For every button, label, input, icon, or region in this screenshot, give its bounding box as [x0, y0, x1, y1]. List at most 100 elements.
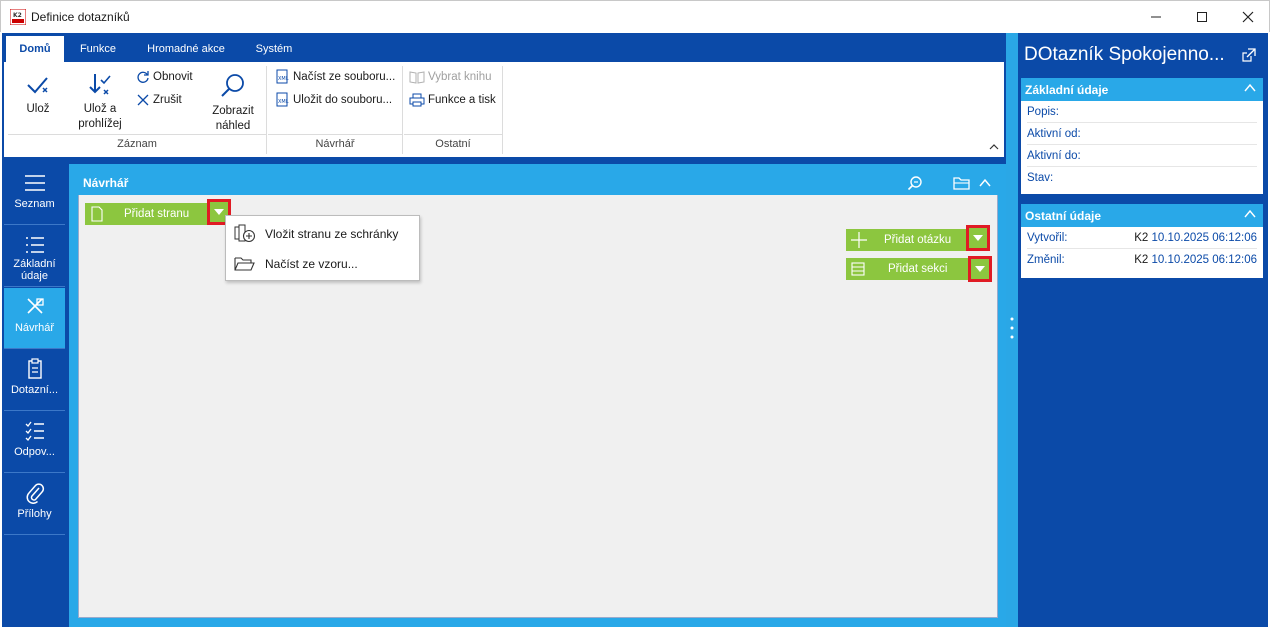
xml-save-icon: XML — [276, 92, 289, 107]
close-button[interactable] — [1225, 1, 1270, 33]
add-question-button[interactable]: Přidat otázku — [846, 229, 968, 251]
book-icon — [409, 71, 425, 84]
minimize-icon — [1151, 16, 1161, 18]
refresh-icon — [137, 71, 149, 83]
xml-load-icon: XML — [276, 69, 289, 84]
group-separator — [266, 66, 267, 154]
save-to-file-label: Uložit do souboru... — [293, 94, 393, 106]
group-separator — [502, 66, 503, 154]
save-to-file-button[interactable]: XML Uložit do souboru... — [276, 90, 392, 110]
tab-funkce[interactable]: Funkce — [68, 36, 128, 62]
add-page-label: Přidat stranu — [124, 208, 190, 220]
save-and-view-icon — [89, 74, 111, 95]
nav-item-seznam[interactable]: Seznam — [4, 164, 65, 225]
nav-item-navrhar[interactable]: Návrhář — [4, 288, 65, 349]
other-info-header[interactable]: Ostatní údaje — [1021, 204, 1263, 227]
field-changed: Změnil: K2 10.10.2025 06:12:06 — [1027, 249, 1257, 271]
chevron-up-icon — [1244, 83, 1256, 92]
checklist-icon — [25, 421, 44, 441]
menu-item-paste-page[interactable]: Vložit stranu ze schránky — [226, 219, 419, 249]
menu-item-load-template[interactable]: Načíst ze vzoru... — [226, 249, 419, 279]
group-label-navrhar: Návrhář — [315, 138, 355, 150]
load-from-file-button[interactable]: XML Načíst ze souboru... — [276, 67, 395, 87]
tab-system[interactable]: Systém — [244, 36, 304, 62]
preview-label-1: Zobrazit — [212, 105, 254, 117]
cancel-button[interactable]: Zrušit — [136, 90, 182, 110]
chevron-down-icon — [973, 235, 983, 241]
nav-item-zakladni-udaje[interactable]: Základní údaje — [4, 226, 65, 287]
basic-info-header[interactable]: Základní údaje — [1021, 78, 1263, 101]
other-info-section: Ostatní údaje Vytvořil: K2 10.10.2025 06… — [1021, 204, 1263, 278]
preview-button[interactable]: Zobrazit náhled — [206, 72, 260, 134]
designer-title: Návrhář — [83, 176, 129, 190]
record-title: DOtazník Spokojenno... — [1024, 44, 1225, 65]
save-label: Ulož — [26, 103, 50, 115]
plus-icon — [851, 232, 867, 248]
maximize-button[interactable] — [1179, 1, 1225, 33]
save-and-view-label-1: Ulož a — [83, 103, 117, 115]
open-folder-icon[interactable] — [953, 175, 971, 191]
group-line — [8, 134, 266, 135]
field-created: Vytvořil: K2 10.10.2025 06:12:06 — [1027, 227, 1257, 249]
tab-hromadne-akce[interactable]: Hromadné akce — [134, 36, 238, 62]
add-question-dropdown-button[interactable] — [966, 225, 990, 251]
minimize-button[interactable] — [1133, 1, 1179, 33]
load-from-file-label: Načíst ze souboru... — [293, 71, 396, 83]
field-aktivni-do[interactable]: Aktivní do: — [1027, 145, 1257, 167]
changed-value: K2 10.10.2025 06:12:06 — [1134, 249, 1257, 271]
nav-item-prilohy[interactable]: Přílohy — [4, 474, 65, 535]
paperclip-icon — [26, 483, 44, 504]
cancel-x-icon — [137, 94, 149, 106]
save-and-view-button[interactable]: Ulož a prohlížej — [74, 72, 126, 132]
field-stav[interactable]: Stav: — [1027, 167, 1257, 189]
add-section-button[interactable]: Přidat sekci — [846, 258, 970, 280]
svg-text:XML: XML — [278, 76, 289, 82]
nav-item-dotaznik[interactable]: Dotazní... — [4, 350, 65, 411]
add-page-menu: Vložit stranu ze schránky Načíst ze vzor… — [225, 215, 420, 281]
ribbon: Ulož Ulož a prohlížej Obnovit Zrušit Zob… — [4, 62, 1004, 157]
functions-print-button[interactable]: Funkce a tisk — [409, 90, 496, 110]
created-date: 10.10.2025 06:12:06 — [1151, 232, 1257, 244]
nav-item-odpovedi[interactable]: Odpov... — [4, 412, 65, 473]
zoom-search-icon[interactable] — [907, 175, 923, 191]
chevron-up-icon — [1244, 209, 1256, 218]
field-aktivni-od[interactable]: Aktivní od: — [1027, 123, 1257, 145]
add-section-dropdown-button[interactable] — [968, 256, 992, 282]
splitter[interactable] — [1006, 33, 1018, 627]
details-list-icon — [25, 237, 44, 253]
preview-label-2: náhled — [215, 120, 251, 132]
collapse-panel-icon[interactable] — [978, 177, 992, 189]
svg-text:XML: XML — [278, 99, 289, 105]
refresh-button[interactable]: Obnovit — [136, 67, 193, 87]
page-icon — [91, 206, 103, 222]
field-label: Stav: — [1027, 172, 1054, 184]
add-section-label: Přidat sekci — [888, 263, 948, 275]
tab-domu[interactable]: Domů — [6, 36, 64, 62]
paste-page-label: Vložit stranu ze schránky — [265, 227, 399, 241]
nav-label: Přílohy — [17, 508, 52, 520]
add-page-button[interactable]: Přidat stranu — [85, 203, 210, 225]
group-label-ostatni: Ostatní — [435, 138, 471, 150]
save-button[interactable]: Ulož — [14, 72, 62, 117]
nav-label: Základní — [13, 258, 56, 270]
nav-label: Dotazní... — [10, 384, 59, 396]
basic-info-title: Základní údaje — [1025, 83, 1109, 97]
open-external-icon[interactable] — [1242, 48, 1256, 62]
window-title: Definice dotazníků — [31, 10, 130, 24]
created-user: K2 — [1134, 232, 1149, 244]
changed-date: 10.10.2025 06:12:06 — [1151, 254, 1257, 266]
magnifier-icon — [221, 74, 244, 97]
cancel-label: Zrušit — [153, 94, 182, 106]
maximize-icon — [1197, 12, 1207, 22]
list-menu-icon — [24, 175, 45, 191]
chevron-down-icon — [975, 266, 985, 272]
chevron-down-icon — [214, 209, 224, 215]
group-line — [404, 134, 502, 135]
changed-label: Změnil: — [1027, 254, 1065, 266]
app-logo-icon: K2 — [10, 9, 26, 25]
group-line — [268, 134, 402, 135]
ribbon-tabs: Domů Funkce Hromadné akce Systém — [4, 36, 1004, 62]
select-book-button[interactable]: Vybrat knihu — [409, 67, 492, 87]
field-popis[interactable]: Popis: — [1027, 101, 1257, 123]
collapse-ribbon-icon[interactable] — [988, 142, 1000, 152]
